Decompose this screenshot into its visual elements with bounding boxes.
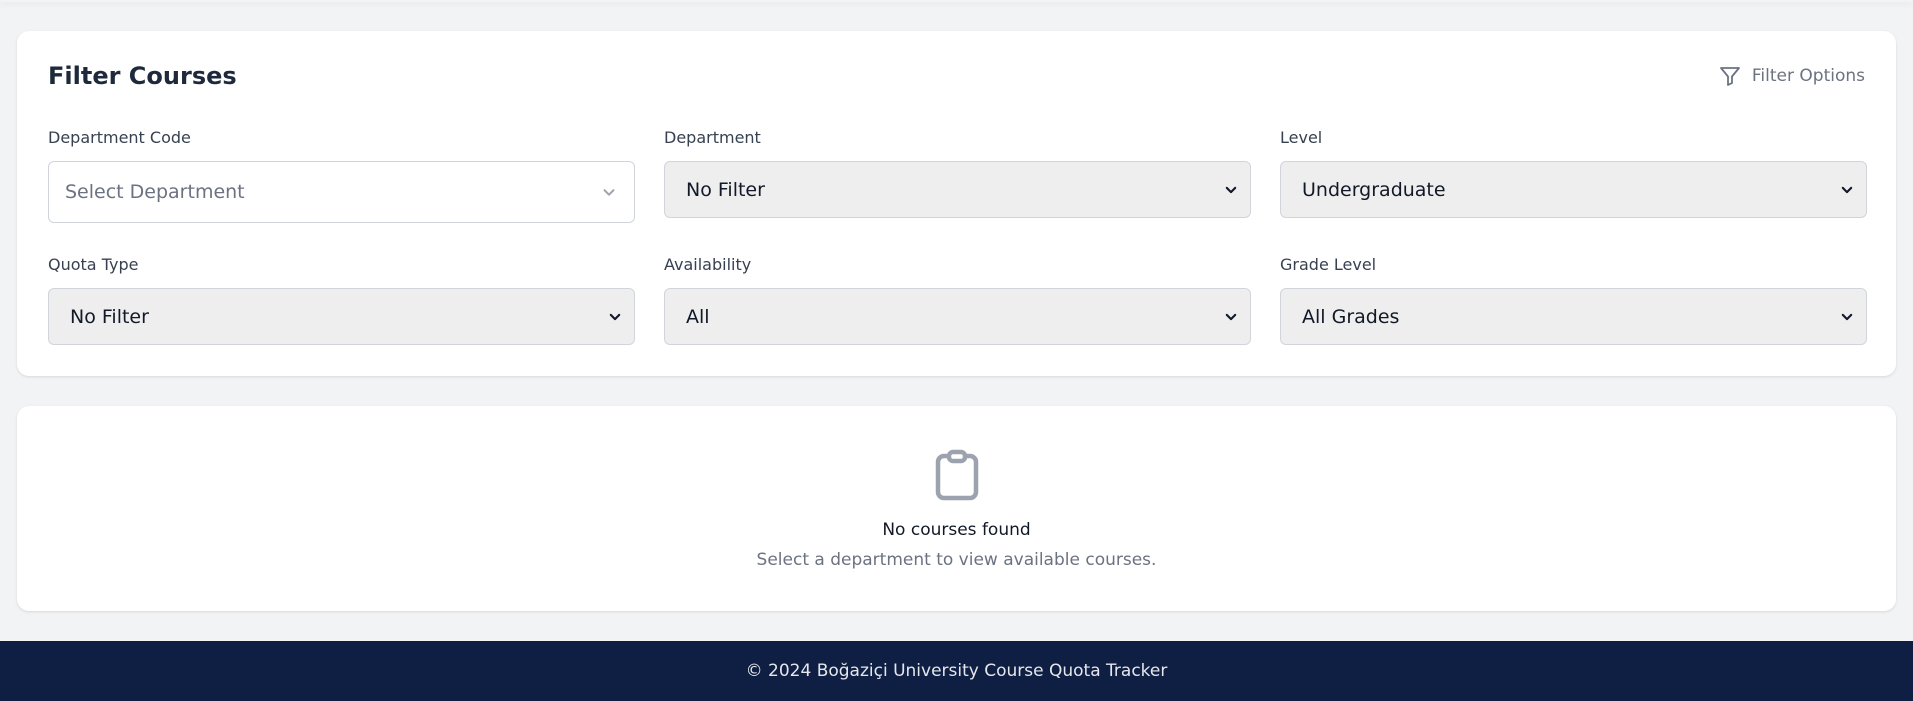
availability-field: Availability All (664, 255, 1251, 345)
grade-level-value: All Grades (1302, 305, 1400, 328)
quota-type-label: Quota Type (48, 255, 139, 274)
quota-type-value: No Filter (70, 305, 149, 328)
clipboard-icon (935, 449, 979, 501)
chevron-down-icon (609, 313, 621, 320)
level-field: Level Undergraduate (1280, 128, 1867, 218)
level-label: Level (1280, 128, 1323, 147)
chevron-down-icon (1841, 186, 1853, 193)
level-value: Undergraduate (1302, 178, 1446, 201)
filter-options-button[interactable]: Filter Options (1718, 64, 1865, 88)
filter-card-title: Filter Courses (48, 62, 237, 90)
availability-label: Availability (664, 255, 752, 274)
grade-level-field: Grade Level All Grades (1280, 255, 1867, 345)
grade-level-label: Grade Level (1280, 255, 1377, 274)
availability-select[interactable]: All (664, 288, 1251, 345)
filter-icon (1719, 67, 1740, 86)
department-code-field: Department Code Select Department (48, 128, 635, 223)
department-code-label: Department Code (48, 128, 191, 147)
page-footer: © 2024 Boğaziçi University Course Quota … (0, 641, 1913, 701)
empty-state-title: No courses found (882, 520, 1031, 540)
availability-value: All (686, 305, 710, 328)
grade-level-select[interactable]: All Grades (1280, 288, 1867, 345)
empty-state-card: No courses found Select a department to … (17, 406, 1896, 611)
quota-type-select[interactable]: No Filter (48, 288, 635, 345)
department-code-select[interactable]: Select Department (48, 161, 635, 223)
department-field: Department No Filter (664, 128, 1251, 218)
department-value: No Filter (686, 178, 765, 201)
chevron-down-icon (1225, 313, 1237, 320)
quota-type-field: Quota Type No Filter (48, 255, 635, 345)
department-code-placeholder: Select Department (65, 181, 245, 203)
header-shadow (0, 0, 1913, 2)
department-select[interactable]: No Filter (664, 161, 1251, 218)
chevron-down-icon (1225, 186, 1237, 193)
chevron-down-icon (1841, 313, 1853, 320)
filter-options-label: Filter Options (1751, 66, 1865, 86)
empty-state-subtitle: Select a department to view available co… (756, 550, 1157, 570)
level-select[interactable]: Undergraduate (1280, 161, 1867, 218)
department-label: Department (664, 128, 761, 147)
chevron-down-icon (603, 189, 615, 196)
footer-copyright: © 2024 Boğaziçi University Course Quota … (745, 661, 1168, 681)
filter-courses-card: Filter Courses Filter Options Department… (17, 31, 1896, 376)
